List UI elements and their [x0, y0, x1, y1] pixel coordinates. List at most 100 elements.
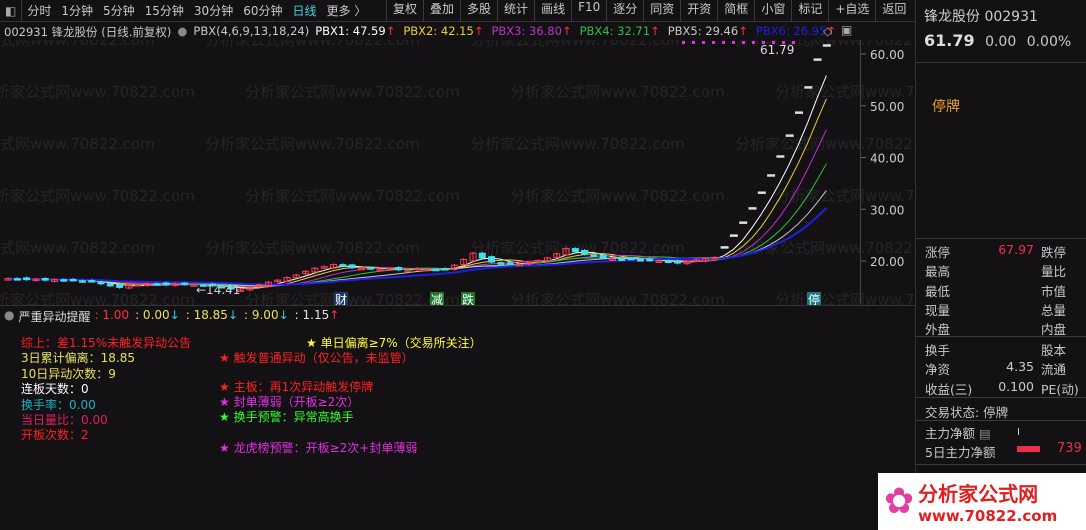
candle	[181, 282, 189, 286]
quote-row: 最高 量比	[925, 261, 1086, 280]
list-icon[interactable]: ▤	[979, 426, 991, 441]
toolbar-button[interactable]: 统计	[497, 0, 534, 22]
candle	[153, 283, 161, 286]
watermark-text: 分析家公式网www.70822.com	[470, 135, 685, 153]
pbx-label: PBX4: 32.71	[579, 24, 651, 38]
watermark-text: 分析家公式网www.70822.com	[0, 239, 155, 257]
candle	[116, 284, 124, 288]
toolbar-button[interactable]: 逐分	[606, 0, 643, 22]
candle	[488, 256, 496, 263]
toolbar-button[interactable]: 标记	[791, 0, 828, 22]
panel-value: : 18.85↓	[186, 308, 238, 325]
indicator-panel: ● 严重异动提醒 : 1.00: 0.00↓: 18.85↓: 9.00↓: 1…	[0, 305, 915, 530]
diamond-icon[interactable]: ◇	[823, 24, 832, 38]
watermark-text: 分析家公式网www.70822.com	[470, 40, 685, 49]
candle	[748, 207, 757, 210]
toolbar-button[interactable]: 多股	[460, 0, 497, 22]
panel-title: 严重异动提醒	[18, 310, 91, 324]
period-tab[interactable]: 分时	[22, 0, 56, 22]
candle	[395, 267, 403, 271]
up-arrow-icon: ↑	[385, 24, 396, 38]
stock-name-code: 锋龙股份 002931	[924, 9, 1038, 25]
candle	[795, 111, 803, 114]
toolbar-button[interactable]: 小窗	[754, 0, 791, 22]
pbx-label: PBX2: 42.15	[403, 24, 474, 38]
toolbar-button[interactable]: 叠加	[423, 0, 460, 22]
panel-value-text: : 0.00	[135, 308, 170, 322]
period-tab[interactable]: 5分钟	[98, 0, 140, 22]
candle	[69, 278, 77, 282]
watermark-text: 分析家公式网www.70822.com	[0, 135, 155, 153]
quote-row: 涨停 67.97 跌停	[925, 242, 1086, 261]
watermark-text: 分析家公式网www.70822.com	[0, 187, 195, 205]
alert-warning-line: ★ 换手预警：异常高换手	[219, 410, 354, 424]
toolbar-button[interactable]: F10	[571, 0, 606, 22]
panel-toggle-icon[interactable]: ▣	[841, 23, 852, 37]
kline-svg: 分析家公式网www.70822.com 分析家公式网www.70822.com 分析…	[0, 31, 990, 309]
down-arrow-icon: ↓	[278, 308, 289, 322]
alert-warning-line: ★ 龙虎榜预警：开板≥2次+封单薄弱	[219, 441, 418, 455]
up-arrow-icon: ↑	[738, 24, 748, 38]
event-marker-label: 跌	[462, 292, 474, 305]
period-tab[interactable]: 60分钟	[238, 0, 287, 22]
quote-label: 现量	[925, 302, 951, 318]
watermark-text: 分析家公式网www.70822.com	[510, 83, 725, 101]
down-arrow-icon: ↓	[169, 308, 180, 322]
kline-chart[interactable]: 分析家公式网www.70822.com 分析家公式网www.70822.com 分析…	[0, 31, 990, 309]
candle	[478, 252, 486, 259]
watermark-text: 分析家公式网www.70822.com	[0, 83, 195, 101]
toolbar-buttons: 复权 叠加 多股 统计 画线 F10 逐分 同资 开资 简框 小窗 标记 +自选 返回	[386, 0, 912, 22]
event-marker-label: 减	[431, 293, 443, 305]
pbx-value: PBX5: 29.46↑	[668, 24, 748, 40]
candle	[88, 280, 96, 283]
watermark-text: 分析家公式网www.70822.com	[0, 40, 155, 49]
watermark-text: 分析家公式网www.70822.com	[245, 291, 460, 305]
toolbar-button[interactable]: +自选	[828, 0, 875, 22]
limit-dot	[722, 41, 725, 44]
flower-logo-icon: ✿	[884, 481, 915, 522]
price-axis-line	[860, 40, 861, 305]
main-net5-label: 5日主力净额	[925, 445, 996, 460]
panel-value-text: : 9.00	[244, 308, 279, 322]
toolbar-button[interactable]: 简框	[717, 0, 754, 22]
indicator-dropdown-icon[interactable]: ●	[177, 24, 187, 40]
watermark-text: 分析家公式网www.70822.com	[510, 291, 725, 305]
period-tab[interactable]: 30分钟	[189, 0, 238, 22]
period-tab[interactable]: 日线	[287, 0, 321, 22]
limit-dot	[692, 41, 695, 44]
limit-dot	[742, 41, 745, 44]
period-tab[interactable]: 15分钟	[140, 0, 189, 22]
candle	[60, 279, 68, 282]
toolbar-button[interactable]: 复权	[386, 0, 423, 22]
quote-label: 最低	[925, 283, 951, 299]
period-tab[interactable]: 更多 〉	[322, 0, 372, 22]
limit-dot	[682, 41, 685, 44]
event-marker-label: 财	[335, 293, 347, 305]
quote-label: 净资	[925, 362, 951, 378]
collapse-icon[interactable]: ●	[4, 308, 14, 325]
up-arrow-icon: ↑	[561, 24, 572, 38]
panel-value-text: : 1.15	[294, 308, 330, 322]
layout-toggle-icon[interactable]: ◧	[0, 0, 21, 22]
toolbar-button[interactable]: 画线	[534, 0, 571, 22]
candle	[506, 262, 514, 265]
toolbar-button[interactable]: 同资	[643, 0, 680, 22]
pbx-line-3	[7, 129, 827, 288]
toolbar-button[interactable]: 返回	[875, 0, 912, 22]
toolbar-button[interactable]: 开资	[680, 0, 717, 22]
stock-title: 002931 锋龙股份 (日线.前复权)	[4, 25, 172, 39]
price-change-pct: 0.00%	[1026, 34, 1072, 50]
indicator-name[interactable]: PBX(4,6,9,13,18,24)	[193, 24, 309, 40]
candle	[729, 234, 738, 237]
pbx-label: PBX6: 26.95	[755, 24, 827, 38]
quote-label: 量比	[1041, 264, 1067, 280]
panel-value-text: : 18.85	[185, 308, 228, 322]
candle	[23, 277, 31, 281]
panel-value: : 1.15↑	[295, 308, 340, 325]
candle	[581, 249, 589, 255]
candle	[674, 260, 682, 264]
quote-row: 净资 4.35 流通	[925, 359, 1086, 378]
event-marker-label: 停	[808, 292, 820, 305]
period-tab[interactable]: 1分钟	[56, 0, 98, 22]
watermark-text: 分析家公式网www.70822.com	[510, 187, 725, 205]
